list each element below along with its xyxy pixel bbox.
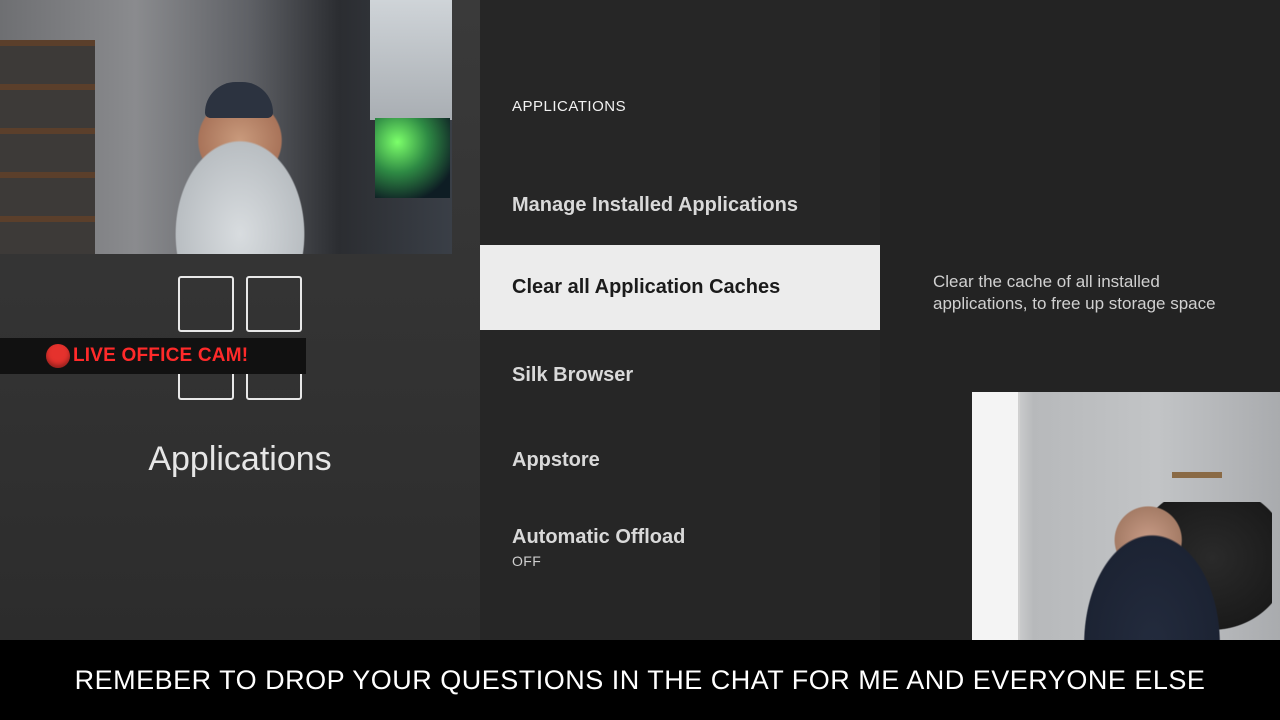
live-label: LIVE OFFICE CAM! [73,345,249,366]
menu-item-appstore[interactable]: Appstore [480,418,880,503]
webcam-wall [370,0,452,120]
menu-item-label: Clear all Application Caches [512,276,781,298]
menu-item-clear-all-application-caches[interactable]: Clear all Application Caches [480,245,880,330]
webcam-person [1057,492,1247,640]
selected-item-description: Clear the cache of all installed applica… [933,272,1216,313]
caption-bar: REMEBER TO DROP YOUR QUESTIONS IN THE CH… [0,640,1280,720]
webcam-person-cap [205,82,273,118]
webcam-monitor-glow [375,118,450,198]
apps-grid-square [246,276,302,332]
menu-item-label: Silk Browser [512,364,634,386]
menu-item-manage-installed-applications[interactable]: Manage Installed Applications [480,163,880,248]
caption-text: REMEBER TO DROP YOUR QUESTIONS IN THE CH… [74,664,1206,695]
menu-item-label: Appstore [512,449,600,471]
menu-item-value: OFF [512,553,542,569]
menu-item-automatic-offload[interactable]: Automatic Offload OFF [480,505,880,590]
webcam-feed-main [0,0,452,254]
webcam-door [972,392,1020,640]
live-office-cam-banner: LIVE OFFICE CAM! [0,338,306,374]
menu-item-silk-browser[interactable]: Silk Browser [480,333,880,418]
webcam-shelf [0,40,95,254]
category-title: Applications [148,440,332,478]
menu-item-label: Manage Installed Applications [512,194,798,216]
apps-grid-square [178,276,234,332]
webcam-shelf [1172,472,1222,478]
webcam-feed-secondary [972,392,1280,640]
menu-item-label: Automatic Offload [512,526,686,548]
live-dot-icon [46,344,70,368]
section-title: APPLICATIONS [512,98,627,115]
